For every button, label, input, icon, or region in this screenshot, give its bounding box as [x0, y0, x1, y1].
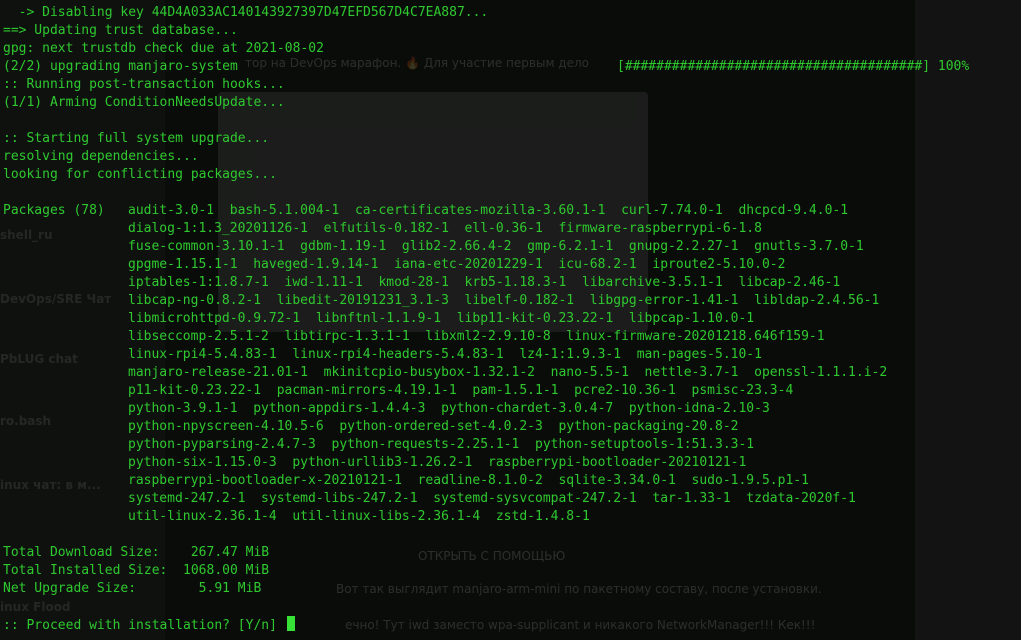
package-line: dialog-1:1.3_20201126-1 elfutils-0.182-1…	[128, 221, 762, 236]
total-download-size: Total Download Size: 267.47 MiB	[3, 545, 270, 560]
terminal-line: ==> Updating trust database...	[3, 23, 238, 38]
terminal-line: looking for conflicting packages...	[3, 167, 277, 182]
package-line: python-3.9.1-1 python-appdirs-1.4.4-3 py…	[128, 401, 770, 416]
package-line: audit-3.0-1 bash-5.1.004-1 ca-certificat…	[128, 203, 849, 218]
package-line: util-linux-2.36.1-4 util-linux-libs-2.36…	[128, 509, 590, 524]
package-line: raspberrypi-bootloader-x-20210121-1 read…	[128, 473, 809, 488]
package-line: libmicrohttpd-0.9.72-1 libnftnl-1.1.9-1 …	[128, 311, 755, 326]
terminal-window[interactable]: -> Disabling key 44D4A033AC140143927397D…	[0, 0, 1021, 640]
package-line: manjaro-release-21.01-1 mkinitcpio-busyb…	[128, 365, 888, 380]
package-line: p11-kit-0.23.22-1 pacman-mirrors-4.19.1-…	[128, 383, 794, 398]
terminal-line: :: Starting full system upgrade...	[3, 131, 270, 146]
net-upgrade-size: Net Upgrade Size: 5.91 MiB	[3, 581, 262, 596]
package-line: gpgme-1.15.1-1 haveged-1.9.14-1 iana-etc…	[128, 257, 786, 272]
package-line: systemd-247.2-1 systemd-libs-247.2-1 sys…	[128, 491, 856, 506]
package-line: python-six-1.15.0-3 python-urllib3-1.26.…	[128, 455, 747, 470]
terminal-line: (2/2) upgrading manjaro-system	[3, 59, 238, 74]
package-line: libcap-ng-0.8.2-1 libedit-20191231_3.1-3…	[128, 293, 880, 308]
install-prompt[interactable]: :: Proceed with installation? [Y/n]	[3, 616, 295, 635]
prompt-text: :: Proceed with installation? [Y/n]	[3, 618, 285, 633]
terminal-line: resolving dependencies...	[3, 149, 199, 164]
package-line: libseccomp-2.5.1-2 libtirpc-1.3.1-1 libx…	[128, 329, 825, 344]
total-installed-size: Total Installed Size: 1068.00 MiB	[3, 563, 270, 578]
terminal-line: (1/1) Arming ConditionNeedsUpdate...	[3, 95, 285, 110]
terminal-line: -> Disabling key 44D4A033AC140143927397D…	[3, 5, 489, 20]
package-line: python-pyparsing-2.4.7-3 python-requests…	[128, 437, 755, 452]
package-line: python-npyscreen-4.10.5-6 python-ordered…	[128, 419, 739, 434]
text-cursor[interactable]	[286, 616, 295, 631]
package-line: iptables-1:1.8.7-1 iwd-1.11-1 kmod-28-1 …	[128, 275, 841, 290]
terminal-line: :: Running post-transaction hooks...	[3, 77, 285, 92]
packages-label: Packages (78)	[3, 203, 105, 218]
terminal-line: gpg: next trustdb check due at 2021-08-0…	[3, 41, 324, 56]
package-line: fuse-common-3.10.1-1 gdbm-1.19-1 glib2-2…	[128, 239, 864, 254]
progress-bar: [######################################]…	[617, 59, 970, 74]
package-line: linux-rpi4-5.4.83-1 linux-rpi4-headers-5…	[128, 347, 762, 362]
